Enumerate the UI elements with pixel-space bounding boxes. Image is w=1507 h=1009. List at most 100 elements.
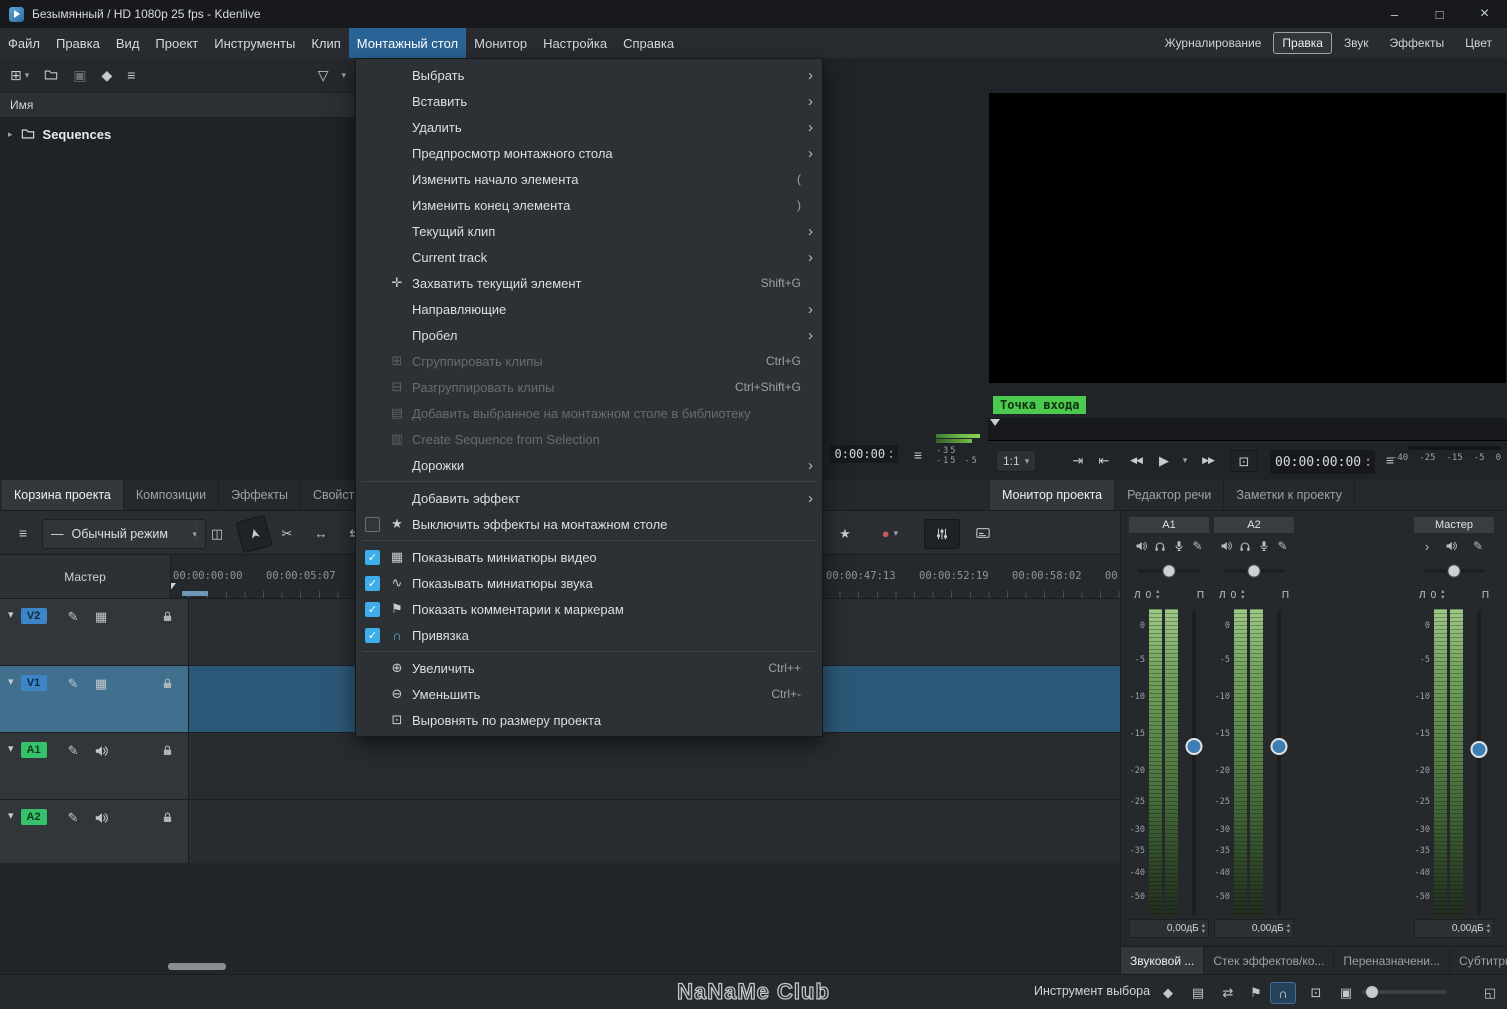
video-thumbnails-icon[interactable] <box>93 608 110 625</box>
menu-item[interactable]: Добавить выбранное на монтажном столе в … <box>356 400 822 426</box>
spinner-icon[interactable] <box>889 448 893 460</box>
bin-column-header[interactable]: Имя <box>0 92 356 118</box>
clip-monitor-timecode[interactable]: 0:00:00 <box>829 445 898 463</box>
pan-value[interactable]: 0 <box>1231 590 1237 601</box>
tab[interactable]: Корзина проекта <box>2 480 124 510</box>
pan-knob[interactable] <box>1162 564 1176 578</box>
pencil-icon[interactable] <box>65 675 82 692</box>
menu-item[interactable]: Захватить текущий элемент Shift+G <box>356 270 822 296</box>
filter-icon[interactable] <box>318 68 329 82</box>
volume-value[interactable]: 0,00дБ <box>1452 923 1484 934</box>
tab[interactable]: Эффекты <box>219 480 301 510</box>
menubar-item[interactable]: Справка <box>615 28 682 58</box>
volume-fader[interactable] <box>1266 609 1292 917</box>
snap-icon[interactable] <box>1270 982 1296 1004</box>
track-config-icon[interactable] <box>10 519 36 547</box>
track-area[interactable] <box>189 733 1120 799</box>
menubar-item[interactable]: Файл <box>0 28 48 58</box>
monitor-seek-ruler[interactable] <box>988 418 1507 441</box>
forward-icon[interactable] <box>1196 450 1220 470</box>
mute-speaker-icon[interactable] <box>1135 540 1147 552</box>
pan-slider[interactable] <box>1214 559 1294 583</box>
pencil-icon[interactable] <box>65 608 82 625</box>
tab[interactable]: Монитор проекта <box>990 480 1116 510</box>
timeline-empty-area[interactable] <box>0 863 1120 974</box>
pan-value[interactable]: 0 <box>1431 590 1437 601</box>
menu-item[interactable]: Уменьшить Ctrl+- <box>356 681 822 707</box>
fader-knob[interactable] <box>1470 741 1488 759</box>
track-label[interactable]: V2 <box>20 608 47 624</box>
spinner-icon[interactable] <box>1156 589 1159 601</box>
volume-value[interactable]: 0,00дБ <box>1167 923 1199 934</box>
video-thumbnails-icon[interactable] <box>93 675 110 692</box>
goto-in-point-icon[interactable] <box>1068 450 1088 470</box>
track-header[interactable]: V2 <box>0 599 189 665</box>
menu-item[interactable]: Привязка <box>356 622 822 648</box>
spinner-icon[interactable] <box>1487 923 1490 935</box>
maximize-button[interactable] <box>1417 0 1462 28</box>
spinner-icon[interactable] <box>1287 923 1290 935</box>
chevron-down-icon[interactable] <box>8 677 14 688</box>
menubar-item[interactable]: Правка <box>48 28 108 58</box>
tag-icon[interactable] <box>1156 982 1180 1002</box>
mute-speaker-icon[interactable] <box>1220 540 1232 552</box>
menu-item[interactable]: Create Sequence from Selection <box>356 426 822 452</box>
chevron-down-icon[interactable] <box>1178 450 1192 470</box>
create-folder-icon[interactable] <box>44 68 58 82</box>
microphone-icon[interactable] <box>1258 540 1270 552</box>
horizontal-scrollbar[interactable] <box>168 963 226 970</box>
menu-item[interactable]: Показывать миниатюры видео <box>356 540 822 570</box>
menu-item[interactable]: Выключить эффекты на монтажном столе <box>356 511 822 537</box>
tab[interactable]: Субтитры <box>1450 947 1507 975</box>
headphones-icon[interactable] <box>1154 540 1166 552</box>
menu-item[interactable]: Изменить начало элемента ( <box>356 166 822 192</box>
lock-icon[interactable] <box>159 608 176 625</box>
pencil-icon[interactable] <box>1192 540 1202 552</box>
menubar-item[interactable]: Монитор <box>466 28 535 58</box>
menu-item[interactable]: Показать комментарии к маркерам <box>356 596 822 622</box>
pan-slider[interactable] <box>1129 559 1209 583</box>
menu-item[interactable]: Показывать миниатюры звука <box>356 570 822 596</box>
tab[interactable]: Заметки к проекту <box>1224 480 1355 510</box>
chevron-down-icon[interactable] <box>341 71 346 80</box>
microphone-icon[interactable] <box>1173 540 1185 552</box>
spinner-icon[interactable] <box>1241 589 1244 601</box>
speaker-icon[interactable] <box>93 742 110 759</box>
menu-item[interactable]: Дорожки <box>356 452 822 478</box>
menubar-item[interactable]: Клип <box>303 28 348 58</box>
pan-knob[interactable] <box>1247 564 1261 578</box>
record-button[interactable] <box>868 519 912 547</box>
menubar-item[interactable]: Проект <box>147 28 206 58</box>
lock-icon[interactable] <box>159 675 176 692</box>
spacer-tool-icon[interactable] <box>306 519 336 547</box>
selection-tool-icon[interactable] <box>235 514 273 554</box>
grid-icon[interactable] <box>1334 982 1358 1002</box>
menu-item[interactable]: Добавить эффект <box>356 481 822 511</box>
zoom-level-select[interactable]: 1:1 <box>996 450 1037 472</box>
hamburger-icon[interactable] <box>914 448 922 462</box>
playhead-marker-icon[interactable] <box>990 419 1000 431</box>
menu-item[interactable]: Удалить <box>356 114 822 140</box>
subtitle-toggle[interactable] <box>966 519 1000 547</box>
fit-zoom-icon[interactable] <box>1304 982 1328 1002</box>
video-thumbnails-icon[interactable] <box>1186 982 1210 1002</box>
spinner-icon[interactable] <box>1202 923 1205 935</box>
audio-mixer-toggle[interactable] <box>924 519 960 549</box>
bin-item-sequences[interactable]: Sequences <box>0 121 356 147</box>
menu-item[interactable]: Изменить конец элемента ) <box>356 192 822 218</box>
razor-tool-icon[interactable] <box>272 519 302 547</box>
fullscreen-icon[interactable] <box>1478 982 1502 1002</box>
pan-value[interactable]: 0 <box>1146 590 1152 601</box>
lock-icon[interactable] <box>159 742 176 759</box>
menu-item[interactable]: Увеличить Ctrl++ <box>356 651 822 681</box>
fader-knob[interactable] <box>1270 738 1288 756</box>
pencil-icon[interactable] <box>1473 540 1483 552</box>
volume-value[interactable]: 0,00дБ <box>1252 923 1284 934</box>
close-button[interactable] <box>1462 0 1507 28</box>
pencil-icon[interactable] <box>1277 540 1287 552</box>
layout-button[interactable]: Звук <box>1335 32 1378 54</box>
favorite-effects-icon[interactable] <box>830 519 860 547</box>
layout-button[interactable]: Правка <box>1273 32 1332 54</box>
tab[interactable]: Переназначени... <box>1334 947 1451 975</box>
menubar-item[interactable]: Вид <box>108 28 148 58</box>
